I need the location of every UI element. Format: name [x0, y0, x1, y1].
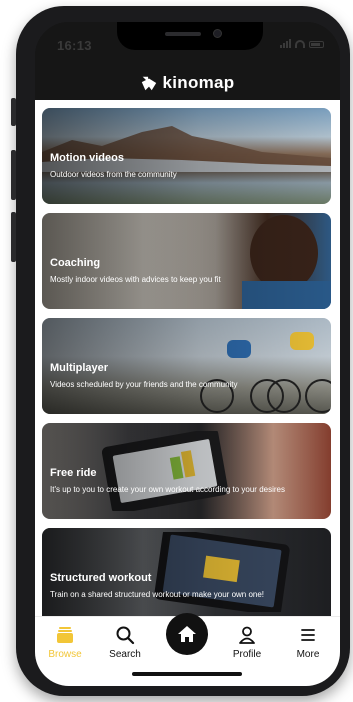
home-indicator[interactable] — [132, 672, 242, 676]
battery-icon — [309, 41, 324, 48]
card-title: Structured workout — [50, 572, 152, 584]
front-camera — [213, 29, 222, 38]
volume-up-button — [11, 150, 16, 200]
tab-search[interactable]: Search — [98, 625, 152, 660]
card-description: Mostly indoor videos with advices to kee… — [50, 275, 221, 284]
card-description: Outdoor videos from the community — [50, 170, 177, 179]
card-title: Coaching — [50, 257, 101, 269]
card-structured-workout[interactable]: Structured workout Train on a shared str… — [42, 528, 331, 616]
menu-icon — [301, 629, 315, 641]
card-description: Train on a shared structured workout or … — [50, 590, 265, 599]
home-icon — [178, 626, 196, 642]
status-time: 16:13 — [57, 38, 92, 53]
card-title: Motion videos — [50, 152, 124, 164]
card-multiplayer[interactable]: Multiplayer Videos scheduled by your fri… — [42, 318, 331, 414]
notch — [117, 22, 263, 50]
card-coaching[interactable]: Coaching Mostly indoor videos with advic… — [42, 213, 331, 309]
tab-more[interactable]: More — [281, 625, 335, 660]
wifi-icon — [295, 40, 305, 48]
tab-more-label: More — [296, 649, 320, 660]
browse-icon — [57, 627, 73, 643]
tab-profile-label: Profile — [232, 649, 262, 660]
card-title: Multiplayer — [50, 362, 109, 374]
app-screen: 16:13 kinomap Motion videos Outdoor vide… — [35, 22, 340, 686]
card-title: Free ride — [50, 467, 97, 479]
mute-switch — [11, 98, 16, 126]
card-motion-videos[interactable]: Motion videos Outdoor videos from the co… — [42, 108, 331, 204]
card-description: Videos scheduled by your friends and the… — [50, 380, 238, 389]
tab-browse[interactable]: Browse — [38, 625, 92, 660]
status-bar: 16:13 — [35, 22, 340, 68]
app-header: kinomap — [35, 68, 340, 98]
kinomap-logo-icon — [142, 76, 157, 91]
volume-down-button — [11, 212, 16, 262]
card-description: It's up to you to create your own workou… — [50, 485, 285, 494]
bottom-tab-bar: Browse Search Profile More — [35, 613, 340, 686]
tab-search-label: Search — [109, 649, 141, 660]
tab-profile[interactable]: Profile — [220, 625, 274, 660]
speaker — [165, 32, 201, 36]
search-icon — [116, 626, 135, 645]
status-icons — [280, 39, 324, 48]
profile-icon — [239, 626, 255, 644]
card-free-ride[interactable]: Free ride It's up to you to create your … — [42, 423, 331, 519]
categories-list: Motion videos Outdoor videos from the co… — [35, 100, 340, 616]
tab-browse-label: Browse — [48, 649, 82, 660]
brand-name: kinomap — [162, 73, 235, 92]
signal-icon — [280, 39, 291, 48]
tab-home-button[interactable] — [166, 613, 208, 655]
